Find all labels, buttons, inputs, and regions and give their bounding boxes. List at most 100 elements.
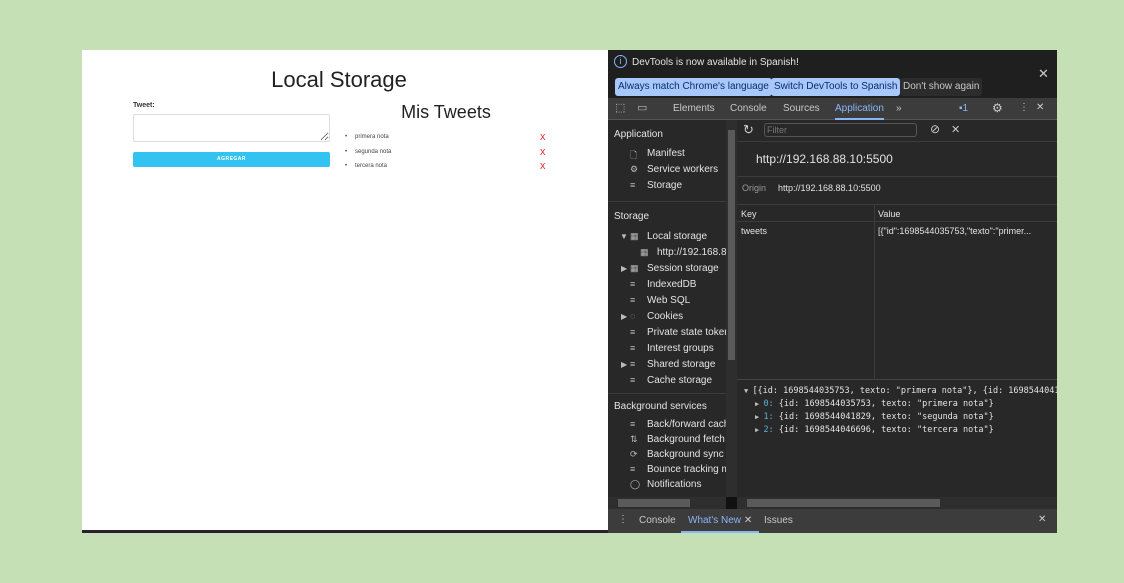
expand-arrow-icon[interactable]: ▼	[620, 232, 628, 241]
sidebar-item-storage[interactable]: Storage	[647, 180, 682, 191]
sync-icon: ⟳	[630, 449, 638, 459]
sidebar-scrollbar[interactable]	[726, 120, 737, 497]
tab-elements[interactable]: Elements	[673, 103, 715, 114]
sidebar-item-websql[interactable]: Web SQL	[647, 295, 690, 306]
column-value[interactable]: Value	[878, 209, 900, 219]
taskbar-strip	[82, 530, 608, 533]
issues-badge[interactable]: ▪1	[959, 103, 968, 114]
sidebar-item-shared-storage[interactable]: Shared storage	[647, 359, 715, 370]
drawer-tab-whats-new[interactable]: What's New ✕	[681, 515, 760, 533]
sidebar-item-local-storage[interactable]: Local storage	[647, 231, 707, 242]
sidebar-item-session-storage[interactable]: Session storage	[647, 263, 719, 274]
preview-item[interactable]: ▶ 1: {id: 1698544041829, texto: "segunda…	[755, 412, 994, 422]
delete-button[interactable]: X	[540, 133, 545, 142]
tweet-text: tercera nota	[355, 163, 388, 169]
delete-selected-icon[interactable]: ✕	[951, 123, 960, 136]
section-application: Application	[614, 129, 663, 140]
preview-item[interactable]: ▶ 2: {id: 1698544046696, texto: "tercera…	[755, 425, 994, 435]
sidebar-item-bfcache[interactable]: Back/forward cache	[647, 419, 726, 430]
section-background-services: Background services	[614, 401, 707, 412]
devtools-panel: i DevTools is now available in Spanish! …	[608, 50, 1057, 533]
database-icon: ≡	[630, 295, 636, 305]
storage-view: ↻ ⊘ ✕ http://192.168.88.10:5500 Origin h…	[737, 120, 1057, 497]
tweet-label: Tweet:	[133, 102, 155, 109]
tab-sources[interactable]: Sources	[783, 103, 820, 114]
drawer-tab-console[interactable]: Console	[639, 515, 676, 526]
arrows-icon: ⇅	[630, 434, 638, 444]
drawer-tabs: ⋮ Console What's New ✕ Issues ✕	[608, 509, 1057, 533]
tab-console[interactable]: Console	[730, 103, 767, 114]
preview-summary-text: [{id: 1698544035753, texto: "primera not…	[752, 386, 1057, 396]
item-text: {id: 1698544041829, texto: "segunda nota…	[773, 412, 994, 422]
sidebar-item-local-origin[interactable]: http://192.168.88.10:5500	[657, 247, 726, 258]
item-index: 0:	[763, 399, 774, 409]
sidebar-item-cache-storage[interactable]: Cache storage	[647, 375, 712, 386]
expand-arrow-icon[interactable]: ▶	[621, 312, 627, 321]
sidebar-item-interest-groups[interactable]: Interest groups	[647, 343, 714, 354]
clear-all-icon[interactable]: ⊘	[930, 122, 940, 136]
database-icon: ≡	[630, 180, 636, 190]
delete-button[interactable]: X	[540, 162, 545, 171]
page-title: Local Storage	[271, 67, 407, 92]
column-key[interactable]: Key	[741, 209, 757, 219]
database-icon: ≡	[630, 279, 636, 289]
sidebar-item-indexeddb[interactable]: IndexedDB	[647, 279, 696, 290]
add-button[interactable]: AGREGAR	[133, 152, 330, 167]
database-icon: ≡	[630, 343, 636, 353]
sidebar-item-notifications[interactable]: Notifications	[647, 479, 701, 490]
table-icon: ▦	[640, 247, 649, 257]
origin-value: http://192.168.88.10:5500	[778, 183, 881, 193]
table-icon: ▦	[630, 231, 639, 241]
item-index: 2:	[763, 425, 774, 435]
close-devtools-icon[interactable]: ✕	[1036, 102, 1044, 113]
filter-input[interactable]	[764, 123, 917, 137]
sidebar-item-service-workers[interactable]: Service workers	[647, 164, 718, 175]
delete-button[interactable]: X	[540, 148, 545, 157]
web-page: Local Storage Tweet: AGREGAR Mis Tweets …	[82, 50, 608, 530]
switch-spanish-button[interactable]: Switch DevTools to Spanish	[771, 78, 901, 96]
sidebar-item-private-state-tokens[interactable]: Private state tokens	[647, 327, 726, 338]
close-tab-icon[interactable]: ✕	[744, 515, 752, 526]
drawer-tab-issues[interactable]: Issues	[764, 515, 793, 526]
drawer-tab-label: What's New	[688, 515, 742, 526]
device-toggle-icon[interactable]: ▭	[637, 101, 647, 114]
language-banner: i DevTools is now available in Spanish! …	[608, 50, 1057, 98]
item-index: 1:	[763, 412, 774, 422]
table-icon: ▦	[630, 263, 639, 273]
item-text: {id: 1698544046696, texto: "tercera nota…	[773, 425, 994, 435]
more-options-icon[interactable]: ⋮	[1019, 102, 1029, 113]
expand-arrow-icon[interactable]: ▶	[621, 264, 627, 273]
sidebar-item-background-sync[interactable]: Background sync	[647, 449, 724, 460]
preview-summary[interactable]: ▼ [{id: 1698544035753, texto: "primera n…	[744, 386, 1057, 396]
database-icon: ≡	[630, 375, 636, 385]
more-tabs-icon[interactable]: »	[896, 103, 902, 114]
issues-count: 1	[962, 103, 969, 114]
origin-label: Origin	[742, 183, 767, 193]
devtools-tabs: ⬚ ▭ Elements Console Sources Application…	[608, 98, 1057, 120]
tab-application[interactable]: Application	[835, 103, 884, 120]
file-icon: 🗋	[630, 150, 638, 160]
sidebar-item-bounce-tracking[interactable]: Bounce tracking mitigations	[647, 464, 726, 475]
settings-icon[interactable]: ⚙	[992, 101, 1003, 115]
tweet-text: segunda nota	[355, 149, 392, 155]
tweet-textarea[interactable]	[133, 114, 330, 142]
close-drawer-icon[interactable]: ✕	[1038, 514, 1046, 525]
refresh-icon[interactable]: ↻	[743, 122, 754, 138]
expand-arrow-icon[interactable]: ▶	[621, 360, 627, 369]
banner-message: DevTools is now available in Spanish!	[632, 57, 799, 68]
inspect-icon[interactable]: ⬚	[615, 101, 625, 114]
sidebar-item-background-fetch[interactable]: Background fetch	[647, 434, 725, 445]
sidebar-item-manifest[interactable]: Manifest	[647, 148, 685, 159]
row-key: tweets	[741, 226, 768, 236]
row-value: [{"id":1698544035753,"texto":"primer...	[878, 226, 1032, 236]
drawer-menu-icon[interactable]: ⋮	[618, 514, 628, 525]
close-icon[interactable]: ✕	[1038, 66, 1049, 82]
dont-show-button[interactable]: Don't show again	[900, 78, 983, 96]
preview-item[interactable]: ▶ 0: {id: 1698544035753, texto: "primera…	[755, 399, 994, 409]
match-language-button[interactable]: Always match Chrome's language	[615, 78, 772, 96]
sidebar-horizontal-scrollbar[interactable]	[608, 497, 726, 509]
main-horizontal-scrollbar[interactable]	[737, 497, 1057, 509]
scroll-corner	[726, 497, 737, 509]
database-icon: ≡	[630, 359, 636, 369]
sidebar-item-cookies[interactable]: Cookies	[647, 311, 683, 322]
